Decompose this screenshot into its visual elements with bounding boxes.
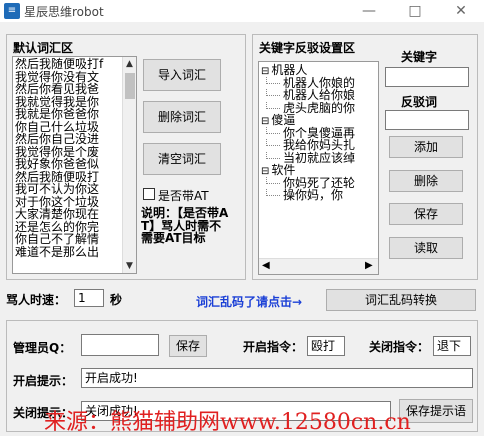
tree-connector <box>266 89 280 96</box>
scroll-down-icon[interactable]: ▼ <box>123 259 136 273</box>
load-keyword-button[interactable]: 读取 <box>389 237 463 259</box>
maximize-button[interactable]: □ <box>392 0 438 22</box>
scroll-thumb[interactable] <box>125 73 135 99</box>
tree-connector <box>266 76 280 84</box>
lexicon-list-item[interactable]: 你自己不了解情 <box>15 233 123 246</box>
app-icon: ≡ <box>4 3 20 19</box>
tree-collapse-icon[interactable]: ⊟ <box>261 116 269 127</box>
tree-connector <box>266 101 280 109</box>
tree-connector <box>266 189 280 196</box>
tree-collapse-icon[interactable]: ⊟ <box>261 66 269 77</box>
start-tip-label: 开启提示： <box>13 374 74 388</box>
garbled-hint: 词汇乱码了请点击→ <box>196 295 303 309</box>
window-title: 星辰思维robot <box>24 5 104 19</box>
minimize-button[interactable]: — <box>346 0 392 22</box>
close-button[interactable]: ✕ <box>438 0 484 22</box>
admin-save-button[interactable]: 保存 <box>169 335 207 357</box>
lexicon-list-item[interactable]: 难道不是那么出 <box>15 245 123 259</box>
rebuttal-label: 反驳词 <box>401 95 438 109</box>
tree-connector <box>266 151 280 159</box>
at-checkbox-label: 是否带AT <box>158 189 209 203</box>
convert-garbled-button[interactable]: 词汇乱码转换 <box>326 289 476 311</box>
scroll-right-icon[interactable]: ▶ <box>365 260 373 271</box>
lexicon-list-item[interactable]: 大家清楚你现在 <box>15 208 123 221</box>
lexicon-list-item[interactable]: 我可不认为你这 <box>15 183 123 196</box>
lexicon-items: 然后我随便吸打f 我觉得你没有文 然后你看见我爸 我就觉得我是你 我就是你爸爸你 你自己什… <box>15 58 123 258</box>
delete-keyword-button[interactable]: 删除 <box>389 170 463 192</box>
scroll-up-icon[interactable]: ▲ <box>123 57 136 71</box>
tree-collapse-icon[interactable]: ⊟ <box>261 166 269 177</box>
keyword-input[interactable] <box>385 67 469 87</box>
rebuttal-input[interactable] <box>385 110 469 130</box>
close-cmd-input[interactable]: 退下 <box>433 336 471 356</box>
admin-input[interactable] <box>81 334 159 356</box>
at-note: 说明：【是否带AT】骂人时需不需要AT目标 <box>141 206 229 245</box>
lexicon-list-item[interactable]: 我好象你爸爸似 <box>15 158 123 171</box>
lexicon-list-item[interactable]: 然后你看见我爸 <box>15 83 123 96</box>
lexicon-list[interactable]: 然后我随便吸打f 我觉得你没有文 然后你看见我爸 我就觉得我是你 我就是你爸爸你 你自己什… <box>12 56 137 274</box>
keyword-group: 关键字反驳设置区 ⊟ 机器人 机器人你娘的 机器人给你娘 虎头虎脑的你 ⊟ 傻逼 你个臭傻逼再… <box>252 34 478 280</box>
keyword-label: 关键字 <box>401 50 438 64</box>
speed-label: 骂人时速： <box>6 293 67 307</box>
close-cmd-label: 关闭指令： <box>369 340 430 354</box>
tree-items: ⊟ 机器人 机器人你娘的 机器人给你娘 虎头虎脑的你 ⊟ 傻逼 你个臭傻逼再 我给你妈头扎 当初就… <box>261 64 375 202</box>
scroll-left-icon[interactable]: ◀ <box>262 260 270 271</box>
at-checkbox[interactable] <box>143 188 155 200</box>
lexicon-scrollbar[interactable]: ▲ ▼ <box>122 57 136 273</box>
lexicon-list-item[interactable]: 然后我随便吸打f <box>15 58 123 71</box>
source-watermark: 来源：熊猫辅助网www.12580cn.cn <box>44 410 411 435</box>
add-keyword-button[interactable]: 添加 <box>389 136 463 158</box>
import-lexicon-button[interactable]: 导入词汇 <box>143 59 221 91</box>
save-keyword-button[interactable]: 保存 <box>389 203 463 225</box>
clear-lexicon-button[interactable]: 清空词汇 <box>143 143 221 175</box>
admin-label: 管理员Q： <box>13 341 72 355</box>
tree-hscrollbar[interactable]: ◀ ▶ <box>259 258 378 274</box>
keyword-title: 关键字反驳设置区 <box>259 41 356 55</box>
delete-lexicon-button[interactable]: 删除词汇 <box>143 101 221 133</box>
tree-item-label: 操你妈，你 <box>283 188 344 202</box>
lexicon-group: 默认词汇区 然后我随便吸打f 我觉得你没有文 然后你看见我爸 我就觉得我是你 我就是你爸… <box>6 34 246 280</box>
title-bar: ≡ 星辰思维robot — □ ✕ <box>0 0 484 22</box>
start-tip-input[interactable]: 开启成功! <box>81 368 473 388</box>
lexicon-list-item[interactable]: 然后你自己没进 <box>15 133 123 146</box>
start-cmd-input[interactable]: 殴打 <box>307 336 345 356</box>
start-cmd-label: 开启指令： <box>243 340 304 354</box>
tree-connector <box>266 139 280 146</box>
lexicon-list-item[interactable]: 我就是你爸爸你 <box>15 108 123 121</box>
keyword-tree[interactable]: ⊟ 机器人 机器人你娘的 机器人给你娘 虎头虎脑的你 ⊟ 傻逼 你个臭傻逼再 我给你妈头扎 当初就… <box>258 61 379 275</box>
tree-connector <box>266 126 280 134</box>
tree-connector <box>266 176 280 184</box>
tree-leaf[interactable]: 操你妈，你 <box>261 189 375 202</box>
lexicon-title: 默认词汇区 <box>13 41 74 55</box>
speed-unit: 秒 <box>110 293 123 307</box>
speed-input[interactable]: 1 <box>74 289 104 307</box>
